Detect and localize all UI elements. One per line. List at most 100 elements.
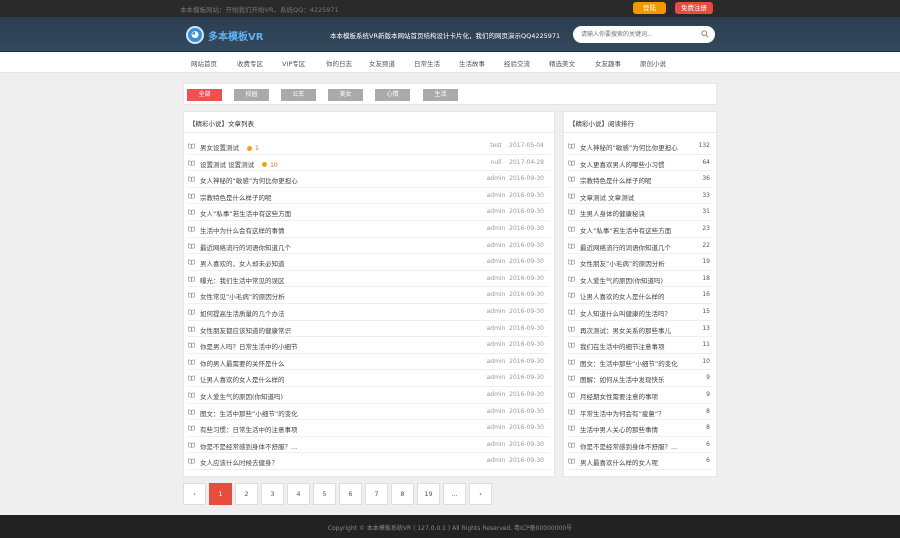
article-title-text[interactable]: 你是男人吗？日常生活中的小细节: [200, 343, 298, 351]
ranking-row[interactable]: 男人最喜欢什么样的女人呢 6: [568, 453, 712, 470]
page-button[interactable]: 6: [339, 483, 362, 505]
ranking-row[interactable]: 女人更喜欢男人的哪些小习惯 64: [568, 155, 712, 172]
nav-item[interactable]: 日常生活: [414, 58, 440, 68]
article-title[interactable]: 如何提高生活质量的几个办法: [200, 308, 285, 318]
article-title[interactable]: 生活中为什么会有这样的事情: [200, 225, 285, 235]
filter-chip[interactable]: 公车: [281, 89, 316, 101]
page-button[interactable]: 2: [235, 483, 258, 505]
ranking-row[interactable]: 生男人身体的健康秘诀 31: [568, 204, 712, 221]
article-row[interactable]: 如何提高生活质量的几个办法 admin 2016-09-30: [188, 304, 550, 321]
ranking-title-text[interactable]: 女人神秘的“敏感”为何比你更担心: [580, 142, 678, 152]
article-title-text[interactable]: 你是不是经常感到身体不舒服？...: [200, 443, 297, 451]
filter-chip[interactable]: 校园: [234, 89, 269, 101]
ranking-row[interactable]: 你是不是经常感到身体不舒服？... 6: [568, 437, 712, 454]
article-title-text[interactable]: 女性朋友都应该知道的健康常识: [200, 327, 291, 335]
article-row[interactable]: 让男人喜欢的女人是什么样的 admin 2016-09-30: [188, 370, 550, 387]
ranking-row[interactable]: 女性朋友“小毛病”的原因分析 19: [568, 254, 712, 271]
nav-item[interactable]: 女友频道: [369, 58, 395, 68]
ranking-title-text[interactable]: 我们在生活中的细节注意事项: [580, 341, 665, 351]
ranking-title-text[interactable]: 生男人身体的健康秘诀: [580, 208, 645, 218]
article-title[interactable]: 男女设置测试 1: [200, 142, 259, 152]
nav-item[interactable]: 女友趣事: [595, 58, 621, 68]
ranking-title-text[interactable]: 月经期女性需要注意的事项: [580, 391, 658, 401]
ranking-title-text[interactable]: 女性朋友“小毛病”的原因分析: [580, 258, 665, 268]
article-title[interactable]: 女人应该什么时候去健身？: [200, 457, 278, 467]
article-row[interactable]: 图文：生活中那些“小细节”的变化 admin 2016-09-30: [188, 404, 550, 421]
article-title-text[interactable]: 你的男人最需要的关怀是什么: [200, 360, 285, 368]
ranking-title-text[interactable]: 宗教特色是什么样子的呢: [580, 175, 652, 185]
article-row[interactable]: 女性常见“小毛病”的原因分析 admin 2016-09-30: [188, 287, 550, 304]
ranking-row[interactable]: 女人神秘的“敏感”为何比你更担心 132: [568, 138, 712, 155]
ranking-title-text[interactable]: 平常生活中为何会有“疲惫”？: [580, 408, 665, 418]
article-title-text[interactable]: 女人“私事”若生活中有这些方面: [200, 210, 291, 218]
ranking-title-text[interactable]: 生活中男人关心的那些事情: [580, 424, 658, 434]
article-row[interactable]: 最近网络流行的词语你知道几个 admin 2016-09-30: [188, 238, 550, 255]
ranking-row[interactable]: 宗教特色是什么样子的呢 36: [568, 171, 712, 188]
article-title[interactable]: 你的男人最需要的关怀是什么: [200, 358, 285, 368]
article-title[interactable]: 你是男人吗？日常生活中的小细节: [200, 341, 298, 351]
article-title-text[interactable]: 宗教特色是什么样子的呢: [200, 194, 272, 202]
article-row[interactable]: 女人应该什么时候去健身？ admin 2016-09-30: [188, 453, 550, 470]
filter-chip[interactable]: 生活: [423, 89, 458, 101]
article-title[interactable]: 女性朋友都应该知道的健康常识: [200, 325, 291, 335]
article-title-text[interactable]: 女人爱生气的原因(你知道吗): [200, 393, 283, 401]
login-button[interactable]: 登陆: [633, 2, 666, 14]
nav-item[interactable]: 你的日志: [326, 58, 352, 68]
article-row[interactable]: 生活中为什么会有这样的事情 admin 2016-09-30: [188, 221, 550, 238]
ranking-title-text[interactable]: 你是不是经常感到身体不舒服？...: [580, 441, 677, 451]
article-title-text[interactable]: 女人应该什么时候去健身？: [200, 459, 278, 467]
page-button[interactable]: 4: [287, 483, 310, 505]
article-title[interactable]: 曝光：我们生活中常见的误区: [200, 275, 285, 285]
article-row[interactable]: 女人“私事”若生活中有这些方面 admin 2016-09-30: [188, 204, 550, 221]
article-title-text[interactable]: 女性常见“小毛病”的原因分析: [200, 293, 285, 301]
article-title[interactable]: 有些习惯：日常生活中的注意事项: [200, 424, 298, 434]
ranking-row[interactable]: 平常生活中为何会有“疲惫”？ 8: [568, 404, 712, 421]
filter-chip[interactable]: 美女: [328, 89, 363, 101]
article-row[interactable]: 设置测试 设置测试 10 null 2017-04-28: [188, 155, 550, 172]
nav-item[interactable]: 经验交流: [504, 58, 530, 68]
article-row[interactable]: 你的男人最需要的关怀是什么 admin 2016-09-30: [188, 354, 550, 371]
article-title[interactable]: 最近网络流行的词语你知道几个: [200, 242, 291, 252]
nav-item[interactable]: 收费专区: [237, 58, 263, 68]
ranking-title-text[interactable]: 女人爱生气的原因(你知道吗): [580, 275, 663, 285]
article-title-text[interactable]: 男人喜欢的，女人却未必知道: [200, 260, 285, 268]
article-title-text[interactable]: 设置测试 设置测试: [200, 161, 254, 169]
article-title-text[interactable]: 最近网络流行的词语你知道几个: [200, 244, 291, 252]
ranking-title-text[interactable]: 再次测试：男女关系的那些事儿: [580, 325, 671, 335]
article-row[interactable]: 曝光：我们生活中常见的误区 admin 2016-09-30: [188, 271, 550, 288]
page-button[interactable]: ...: [443, 483, 466, 505]
ranking-row[interactable]: 文章测试 文章测试 33: [568, 188, 712, 205]
nav-item[interactable]: 原创小说: [640, 58, 666, 68]
ranking-title-text[interactable]: 最近网络流行的词语你知道几个: [580, 242, 671, 252]
article-title[interactable]: 男人喜欢的，女人却未必知道: [200, 258, 285, 268]
article-title-text[interactable]: 图文：生活中那些“小细节”的变化: [200, 410, 298, 418]
page-button[interactable]: 7: [365, 483, 388, 505]
ranking-row[interactable]: 再次测试：男女关系的那些事儿 13: [568, 321, 712, 338]
article-row[interactable]: 有些习惯：日常生活中的注意事项 admin 2016-09-30: [188, 420, 550, 437]
article-row[interactable]: 你是男人吗？日常生活中的小细节 admin 2016-09-30: [188, 337, 550, 354]
ranking-row[interactable]: 月经期女性需要注意的事项 9: [568, 387, 712, 404]
ranking-row[interactable]: 生活中男人关心的那些事情 8: [568, 420, 712, 437]
nav-item[interactable]: VIP专区: [282, 58, 305, 68]
ranking-title-text[interactable]: 女人更喜欢男人的哪些小习惯: [580, 159, 665, 169]
article-title-text[interactable]: 让男人喜欢的女人是什么样的: [200, 376, 285, 384]
ranking-title-text[interactable]: 图文：生活中那些“小细节”的变化: [580, 358, 678, 368]
nav-item[interactable]: 网站首页: [191, 58, 217, 68]
register-button[interactable]: 免费注册: [675, 2, 713, 14]
article-title[interactable]: 女性常见“小毛病”的原因分析: [200, 291, 285, 301]
ranking-row[interactable]: 女人“私事”若生活中有这些方面 23: [568, 221, 712, 238]
article-title-text[interactable]: 男女设置测试: [200, 144, 239, 152]
site-logo[interactable]: ◕ 多本模板VR: [186, 24, 263, 46]
page-button[interactable]: 19: [417, 483, 440, 505]
ranking-row[interactable]: 让男人喜欢的女人是什么样的 16: [568, 287, 712, 304]
article-title-text[interactable]: 有些习惯：日常生活中的注意事项: [200, 426, 298, 434]
ranking-row[interactable]: 最近网络流行的词语你知道几个 22: [568, 238, 712, 255]
ranking-row[interactable]: 女人知道什么叫健康的生活吗？ 15: [568, 304, 712, 321]
page-button[interactable]: 5: [313, 483, 336, 505]
ranking-title-text[interactable]: 让男人喜欢的女人是什么样的: [580, 291, 665, 301]
article-row[interactable]: 女人神秘的“敏感”为何比你更担心 admin 2016-09-30: [188, 171, 550, 188]
article-title-text[interactable]: 曝光：我们生活中常见的误区: [200, 277, 285, 285]
article-row[interactable]: 宗教特色是什么样子的呢 admin 2016-09-30: [188, 188, 550, 205]
ranking-title-text[interactable]: 文章测试 文章测试: [580, 192, 634, 202]
page-button[interactable]: 8: [391, 483, 414, 505]
